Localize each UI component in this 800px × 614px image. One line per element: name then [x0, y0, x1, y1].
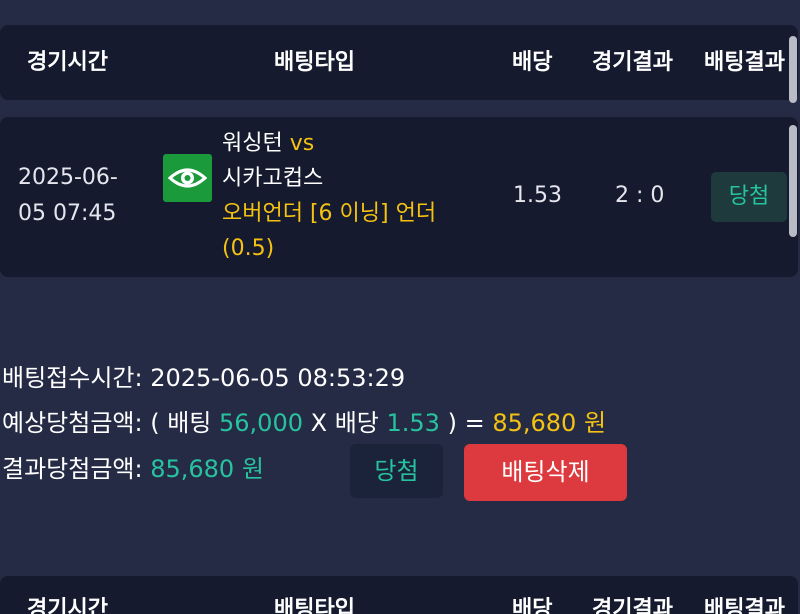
- received-time-line: 배팅접수시간: 2025-06-05 08:53:29: [2, 360, 405, 396]
- bet-result-badge: 당첨: [711, 172, 787, 222]
- header-bet-type-next: 배팅타입: [274, 597, 355, 614]
- header-bet-type: 배팅타입: [274, 50, 355, 75]
- header-odds-next: 배당: [512, 597, 553, 614]
- game-view-button[interactable]: [163, 154, 212, 202]
- actual-payout-line: 결과당첨금액: 85,680 원: [2, 451, 264, 487]
- game-score: 2 : 0: [615, 183, 665, 208]
- header-bet-result-next: 배팅결과: [704, 597, 785, 614]
- win-button[interactable]: 당첨: [350, 444, 443, 498]
- vs-label: vs: [289, 131, 315, 156]
- header-bet-result: 배팅결과: [704, 50, 785, 75]
- bet-pick: (0.5): [222, 236, 275, 261]
- bet-history-page: 경기시간 배팅타입 배당 경기결과 배팅결과 2025-06- 05 07:45…: [0, 0, 800, 614]
- expected-odds: 1.53: [386, 409, 440, 437]
- header-game-result-next: 경기결과: [592, 597, 673, 614]
- game-time-rest: 05 07:45: [18, 201, 117, 226]
- eye-icon: [168, 168, 207, 188]
- matchup-line: 워싱턴 vs: [222, 126, 462, 161]
- expected-close: ) =: [447, 409, 485, 437]
- game-time-date: 2025-06-: [18, 165, 118, 190]
- expected-stake: 56,000: [219, 409, 303, 437]
- received-value: 2025-06-05 08:53:29: [150, 364, 406, 392]
- table-header-next: 경기시간 배팅타입 배당 경기결과 배팅결과: [0, 576, 798, 614]
- team-home: 워싱턴: [222, 131, 283, 156]
- expected-amount: 85,680 원: [492, 409, 607, 437]
- received-label: 배팅접수시간:: [2, 364, 143, 392]
- expected-open: ( 배팅: [150, 409, 212, 437]
- header-odds: 배당: [512, 50, 553, 75]
- bet-type: 오버언더 [6 이닝] 언더: [222, 201, 437, 226]
- team-away: 시카고컵스: [222, 166, 324, 191]
- bet-info: 워싱턴 vs 시카고컵스 오버언더 [6 이닝] 언더 (0.5): [222, 126, 462, 266]
- expected-x: X 배당: [310, 409, 379, 437]
- table-header: 경기시간 배팅타입 배당 경기결과 배팅결과: [0, 25, 798, 100]
- bet-odds: 1.53: [513, 183, 562, 208]
- expected-label: 예상당첨금액:: [2, 409, 143, 437]
- header-game-result: 경기결과: [592, 50, 673, 75]
- header-game-time: 경기시간: [27, 50, 108, 75]
- header-scrollbar[interactable]: [789, 36, 797, 103]
- actual-amount: 85,680 원: [150, 455, 264, 483]
- game-time: 2025-06- 05 07:45: [18, 160, 138, 232]
- row-scrollbar[interactable]: [789, 125, 797, 237]
- expected-payout-line: 예상당첨금액: ( 배팅 56,000 X 배당 1.53 ) = 85,680…: [2, 405, 606, 441]
- actual-label: 결과당첨금액:: [2, 455, 143, 483]
- header-game-time-next: 경기시간: [27, 597, 108, 614]
- delete-bet-button[interactable]: 배팅삭제: [464, 444, 627, 501]
